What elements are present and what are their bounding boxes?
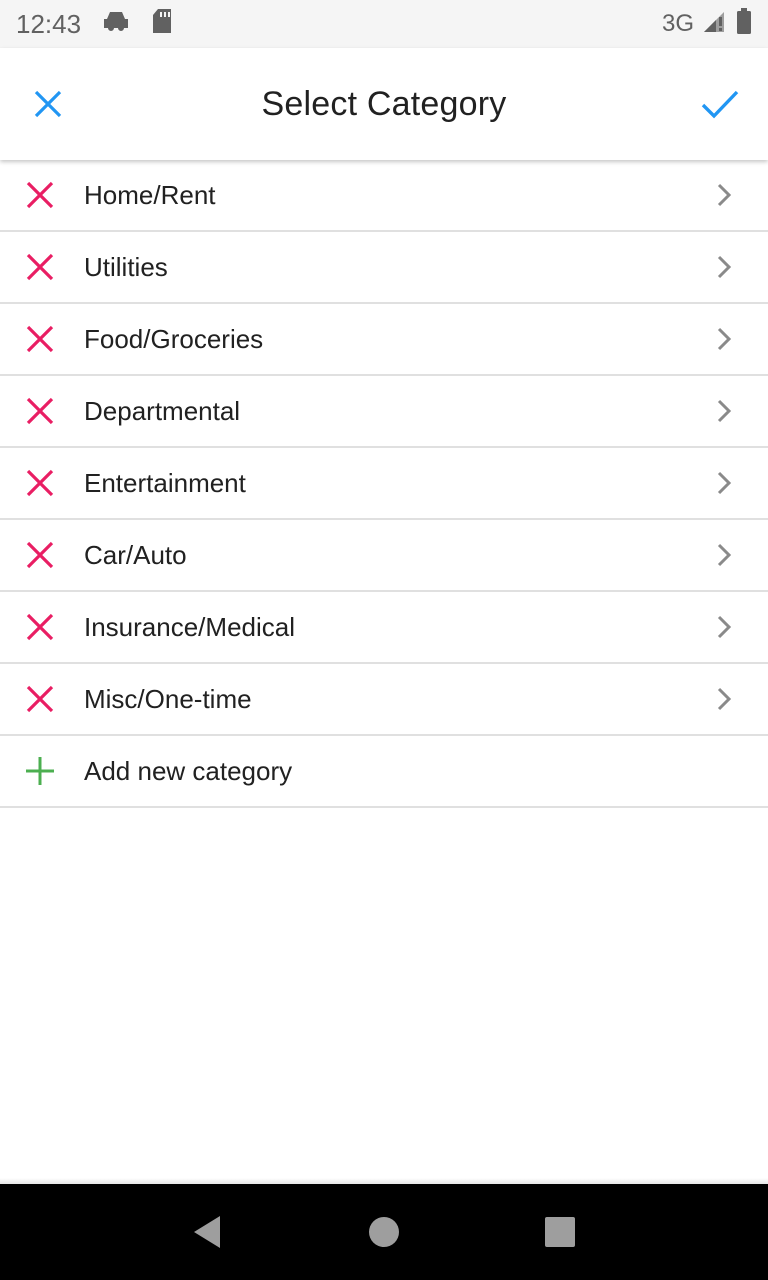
category-row[interactable]: Utilities bbox=[0, 232, 768, 304]
chevron-right-icon bbox=[680, 447, 768, 519]
recents-button[interactable] bbox=[520, 1192, 600, 1272]
category-row[interactable]: Food/Groceries bbox=[0, 304, 768, 376]
category-label: Misc/One-time bbox=[84, 683, 252, 714]
delete-category-button[interactable] bbox=[0, 519, 80, 591]
home-button[interactable] bbox=[344, 1192, 424, 1272]
delete-icon bbox=[26, 397, 54, 425]
category-label: Departmental bbox=[84, 395, 241, 426]
category-label: Insurance/Medical bbox=[84, 611, 295, 642]
delete-category-button[interactable] bbox=[0, 447, 80, 519]
chevron-right-icon bbox=[680, 591, 768, 663]
category-label: Utilities bbox=[84, 251, 168, 282]
category-row[interactable]: Entertainment bbox=[0, 448, 768, 520]
delete-icon bbox=[26, 685, 54, 713]
category-row[interactable]: Insurance/Medical bbox=[0, 592, 768, 664]
category-label: Entertainment bbox=[84, 467, 246, 498]
system-nav-bar bbox=[0, 1184, 768, 1280]
battery-icon bbox=[736, 7, 752, 42]
delete-category-button[interactable] bbox=[0, 663, 80, 735]
sd-card-icon bbox=[151, 8, 173, 41]
status-bar: 12:43 3G bbox=[0, 0, 768, 48]
category-row[interactable]: Misc/One-time bbox=[0, 664, 768, 736]
chevron-right-icon bbox=[680, 231, 768, 303]
category-row[interactable]: Car/Auto bbox=[0, 520, 768, 592]
delete-category-button[interactable] bbox=[0, 159, 80, 231]
status-right: 3G bbox=[662, 7, 752, 42]
status-time: 12:43 bbox=[16, 8, 82, 39]
delete-icon bbox=[26, 253, 54, 281]
app-bar: Select Category bbox=[0, 48, 768, 160]
category-label: Home/Rent bbox=[84, 179, 216, 210]
category-list: Home/Rent Utilities Food/Groceries Depar… bbox=[0, 160, 768, 808]
back-button[interactable] bbox=[168, 1192, 248, 1272]
delete-icon bbox=[26, 181, 54, 209]
delete-icon bbox=[26, 325, 54, 353]
delete-category-button[interactable] bbox=[0, 303, 80, 375]
page-title: Select Category bbox=[261, 84, 507, 123]
check-icon bbox=[701, 90, 739, 119]
delete-category-button[interactable] bbox=[0, 231, 80, 303]
delete-icon bbox=[26, 541, 54, 569]
signal-icon bbox=[702, 8, 728, 41]
delete-category-button[interactable] bbox=[0, 375, 80, 447]
category-label: Food/Groceries bbox=[84, 323, 264, 354]
chevron-right-icon bbox=[680, 663, 768, 735]
add-category-row[interactable]: Add new category bbox=[0, 736, 768, 808]
network-type: 3G bbox=[661, 10, 694, 37]
category-label: Car/Auto bbox=[84, 539, 187, 570]
delete-icon bbox=[26, 613, 54, 641]
add-category-button[interactable] bbox=[0, 735, 80, 807]
add-category-label: Add new category bbox=[84, 755, 293, 786]
chevron-right-icon bbox=[680, 159, 768, 231]
category-row[interactable]: Departmental bbox=[0, 376, 768, 448]
confirm-button[interactable] bbox=[672, 48, 768, 160]
car-notification-icon bbox=[101, 9, 131, 40]
chevron-right-icon bbox=[680, 519, 768, 591]
delete-category-button[interactable] bbox=[0, 591, 80, 663]
status-left: 12:43 bbox=[16, 8, 173, 41]
recents-icon bbox=[545, 1217, 575, 1247]
delete-icon bbox=[26, 469, 54, 497]
plus-icon bbox=[26, 757, 54, 785]
back-icon bbox=[194, 1216, 220, 1248]
chevron-right-icon bbox=[680, 375, 768, 447]
close-button[interactable] bbox=[0, 48, 96, 160]
category-row[interactable]: Home/Rent bbox=[0, 160, 768, 232]
chevron-right-icon bbox=[680, 303, 768, 375]
home-icon bbox=[369, 1217, 399, 1247]
close-icon bbox=[34, 90, 62, 118]
